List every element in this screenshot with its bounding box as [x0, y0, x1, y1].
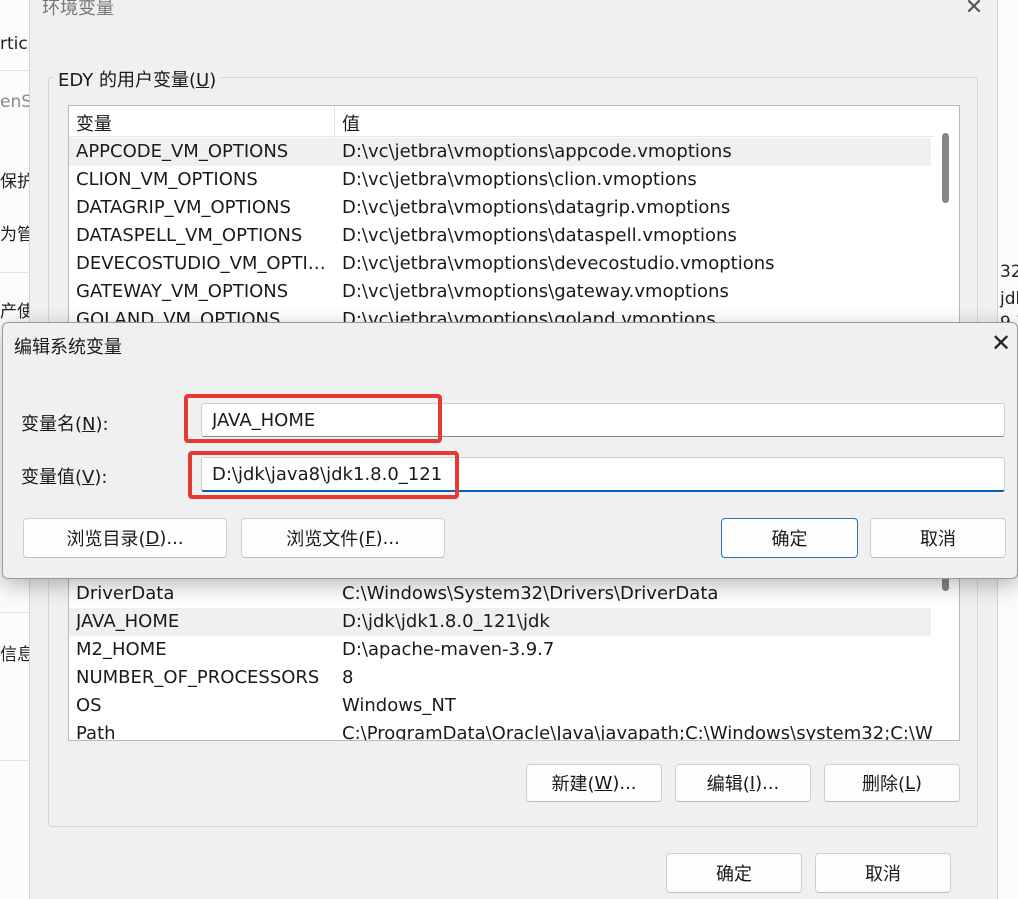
bg-fragment: rtic	[0, 34, 28, 54]
ok-button[interactable]: 确定	[666, 853, 802, 893]
list-header: 变量 值	[69, 106, 959, 137]
bg-divider	[0, 760, 29, 761]
bg-fragment: 保护	[0, 172, 29, 192]
table-row[interactable]: M2_HOME D:\apache-maven-3.9.7	[69, 636, 931, 664]
edit-button[interactable]: 编辑(I)...	[675, 764, 811, 802]
scrollbar[interactable]	[933, 106, 959, 324]
new-button[interactable]: 新建(W)...	[526, 764, 662, 802]
bg-fragment: jdk	[1000, 289, 1018, 309]
browse-file-button[interactable]: 浏览文件(F)...	[241, 518, 445, 558]
cancel-button[interactable]: 取消	[815, 853, 951, 893]
close-icon[interactable]: ✕	[962, 0, 986, 20]
variable-name-label: 变量名(N):	[21, 414, 109, 435]
table-row[interactable]: DEVECOSTUDIO_VM_OPTIO... D:\vc\jetbra\vmo…	[69, 250, 931, 278]
ok-button[interactable]: 确定	[721, 518, 858, 558]
table-row[interactable]: GATEWAY_VM_OPTIONS D:\vc\jetbra\vmoptions…	[69, 278, 931, 306]
annotation-highlight-value	[188, 451, 459, 499]
annotation-highlight-name	[184, 394, 442, 443]
system-variables-list[interactable]: DriverData C:\Windows\System32\Drivers\Dr…	[68, 565, 960, 741]
user-variables-list[interactable]: 变量 值 APPCODE_VM_OPTIONS D:\vc\jetbra\vmop…	[68, 105, 960, 325]
close-icon[interactable]: ✕	[987, 329, 1015, 357]
bg-fragment: 信息	[0, 645, 29, 665]
bg-fragment: 32\	[1000, 262, 1018, 282]
table-row[interactable]: CLION_VM_OPTIONS D:\vc\jetbra\vmoptions\c…	[69, 166, 931, 194]
scrollbar-thumb[interactable]	[942, 133, 949, 203]
bg-fragment: enS	[0, 92, 30, 112]
bg-divider	[0, 272, 29, 273]
user-variables-label: EDY 的用户变量(U)	[54, 66, 221, 92]
bg-divider	[0, 612, 29, 613]
table-row[interactable]: NUMBER_OF_PROCESSORS 8	[69, 664, 931, 692]
column-header-value[interactable]: 值	[342, 110, 360, 136]
browse-directory-button[interactable]: 浏览目录(D)...	[23, 518, 227, 558]
table-row[interactable]: APPCODE_VM_OPTIONS D:\vc\jetbra\vmoptions…	[69, 138, 931, 166]
table-row[interactable]: DATASPELL_VM_OPTIONS D:\vc\jetbra\vmoptio…	[69, 222, 931, 250]
dialog-title: 编辑系统变量	[14, 337, 122, 358]
table-row[interactable]: Path C:\ProgramData\Oracle\Java\javapath;…	[69, 720, 937, 740]
scrollbar[interactable]	[933, 565, 959, 740]
delete-button[interactable]: 删除(L)	[824, 764, 960, 802]
dialog-title: 环境变量	[42, 0, 114, 19]
table-row[interactable]: OS Windows_NT	[69, 692, 931, 720]
bg-fragment: 为管	[0, 225, 29, 245]
cancel-button[interactable]: 取消	[870, 518, 1006, 558]
column-header-name[interactable]: 变量	[76, 110, 112, 136]
column-divider[interactable]	[334, 106, 335, 137]
table-row[interactable]: DATAGRIP_VM_OPTIONS D:\vc\jetbra\vmoption…	[69, 194, 931, 222]
variable-value-label: 变量值(V):	[21, 467, 108, 488]
edit-system-variable-dialog: 编辑系统变量 ✕ 变量名(N): 变量值(V): 浏览目录(D)... 浏览文件…	[2, 322, 1018, 579]
bg-divider	[0, 70, 29, 71]
table-row[interactable]: DriverData C:\Windows\System32\Drivers\Dr…	[69, 580, 931, 608]
table-row[interactable]: JAVA_HOME D:\jdk\jdk1.8.0_121\jdk	[69, 608, 931, 636]
bg-fragment: 产使用	[0, 302, 29, 322]
